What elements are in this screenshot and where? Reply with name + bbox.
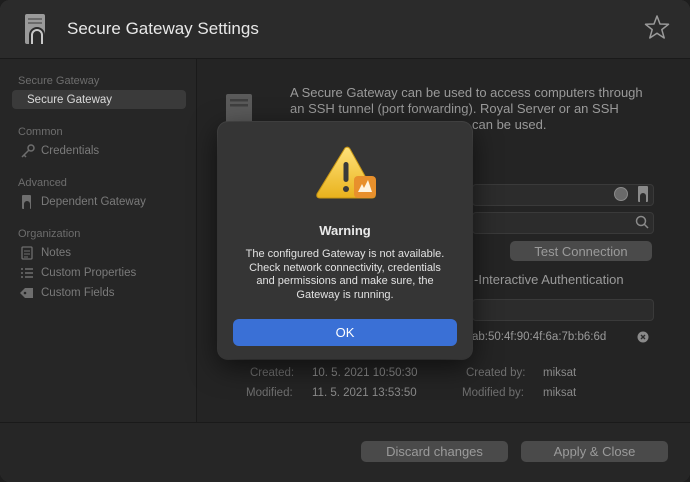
- settings-window: Secure Gateway Settings Secure Gateway S…: [0, 0, 690, 482]
- apply-close-button[interactable]: Apply & Close: [521, 441, 668, 462]
- sidebar-item-credentials[interactable]: Credentials: [12, 141, 186, 160]
- modified-label: Modified:: [246, 387, 293, 399]
- sidebar: Secure Gateway Secure Gateway Common Cre…: [0, 59, 197, 422]
- modified-by-label: Modified by:: [462, 387, 525, 399]
- status-circle-icon[interactable]: [613, 186, 629, 202]
- test-connection-button[interactable]: Test Connection: [510, 241, 652, 261]
- dialog-title: Warning: [319, 223, 371, 238]
- sidebar-section-secure-gateway: Secure Gateway: [18, 75, 100, 87]
- sidebar-section-advanced: Advanced: [18, 177, 67, 189]
- sidebar-item-secure-gateway[interactable]: Secure Gateway: [12, 90, 186, 109]
- sidebar-item-label: Secure Gateway: [27, 93, 113, 106]
- created-by-label: Created by:: [466, 367, 526, 379]
- auth-field[interactable]: [472, 299, 654, 321]
- sidebar-item-custom-properties[interactable]: Custom Properties: [12, 263, 186, 282]
- sidebar-item-label: Notes: [41, 246, 72, 259]
- list-icon: [21, 267, 33, 278]
- ok-button[interactable]: OK: [233, 319, 457, 346]
- interactive-auth-label: -Interactive Authentication: [474, 272, 624, 287]
- sidebar-item-label: Custom Fields: [41, 286, 115, 299]
- gateway-icon: [25, 14, 45, 44]
- notes-icon: [21, 245, 33, 260]
- sidebar-section-organization: Organization: [18, 228, 81, 240]
- fingerprint-value: ab:50:4f:90:4f:6a:7b:b6:6d: [472, 331, 607, 343]
- tag-icon: [20, 287, 33, 298]
- created-by-value: miksat: [543, 367, 577, 379]
- dialog-message: The configured Gateway is not available.…: [245, 248, 445, 301]
- gateway-picker-icon[interactable]: [635, 185, 651, 203]
- clear-icon[interactable]: [637, 331, 649, 343]
- sidebar-item-label: Custom Properties: [41, 266, 137, 279]
- created-label: Created:: [250, 367, 295, 379]
- discard-changes-button[interactable]: Discard changes: [361, 441, 508, 462]
- sidebar-item-label: Credentials: [41, 144, 100, 157]
- title-bar: Secure Gateway Settings: [0, 0, 690, 59]
- sidebar-item-label: Dependent Gateway: [41, 195, 146, 208]
- sidebar-item-notes[interactable]: Notes: [12, 243, 186, 262]
- sidebar-item-custom-fields[interactable]: Custom Fields: [12, 283, 186, 302]
- favorite-star-icon[interactable]: [644, 14, 670, 40]
- window-title: Secure Gateway Settings: [67, 19, 259, 38]
- warning-icon: [316, 146, 376, 199]
- credential-field[interactable]: [472, 212, 654, 234]
- created-value: 10. 5. 2021 10:50:30: [312, 367, 418, 379]
- warning-dialog: Warning The configured Gateway is not av…: [218, 122, 472, 359]
- sidebar-section-common: Common: [18, 126, 63, 138]
- modified-value: 11. 5. 2021 13:53:50: [312, 387, 417, 399]
- key-icon: [21, 143, 35, 158]
- gateway-icon: [22, 194, 31, 209]
- sidebar-item-dependent-gateway[interactable]: Dependent Gateway: [12, 192, 186, 211]
- modified-by-value: miksat: [543, 387, 577, 399]
- search-icon[interactable]: [634, 214, 650, 230]
